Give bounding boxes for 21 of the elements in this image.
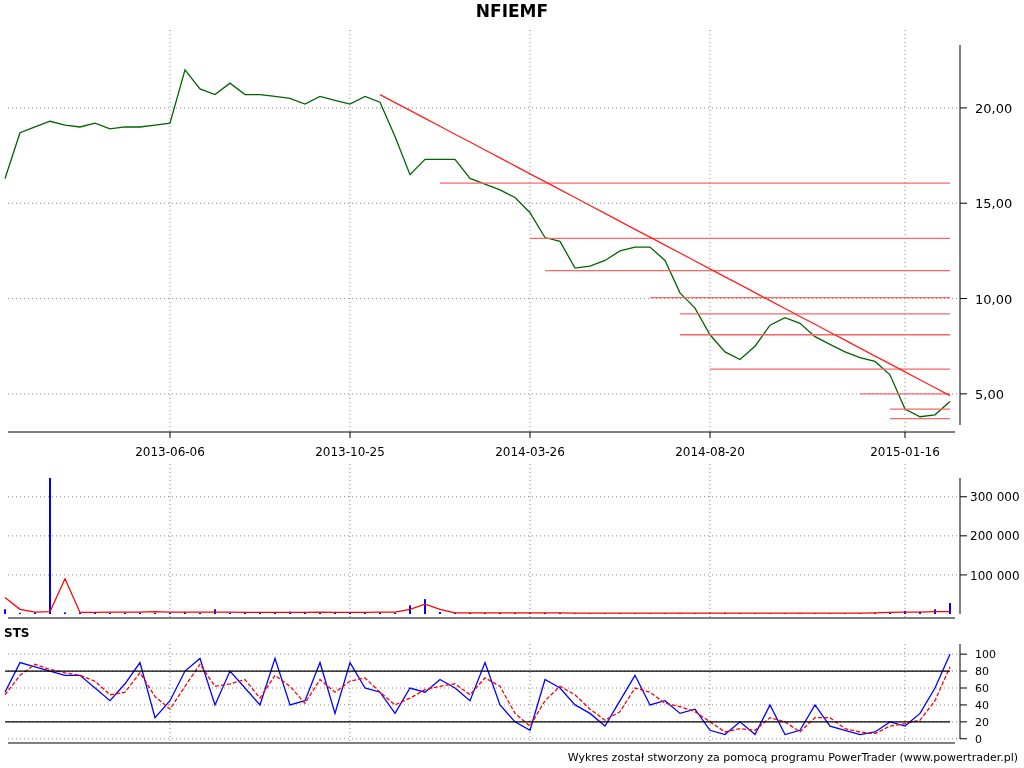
indicator-title: STS: [4, 625, 30, 642]
axis-label: 2014-03-26: [495, 445, 565, 459]
axis-label: 2013-06-06: [135, 445, 205, 459]
axis-label: 100: [975, 648, 996, 662]
axis-label: 200 000: [970, 529, 1020, 544]
axis-label: 60: [975, 682, 989, 696]
footer-credit: Wykres został stworzony za pomocą programu PowerTrader (www.powertrader.pl): [567, 750, 1018, 766]
axis-label: 40: [975, 699, 989, 713]
axis-label: 10,00: [975, 291, 1013, 307]
axis-label: 80: [975, 665, 989, 679]
chart-title: NFIEMF: [475, 0, 549, 24]
axis-label: 20,00: [975, 100, 1013, 116]
axis-label: 20: [975, 716, 989, 730]
axis-label: 15,00: [975, 196, 1013, 212]
axis-label: 2014-08-20: [675, 445, 745, 459]
axis-label: 100 000: [970, 568, 1020, 583]
axis-label: 0: [975, 733, 982, 746]
axis-label: 5,00: [975, 386, 1004, 402]
axis-label: 300 000: [970, 490, 1020, 505]
axis-label: 2013-10-25: [315, 445, 385, 459]
axis-label: 2015-01-16: [870, 445, 940, 459]
